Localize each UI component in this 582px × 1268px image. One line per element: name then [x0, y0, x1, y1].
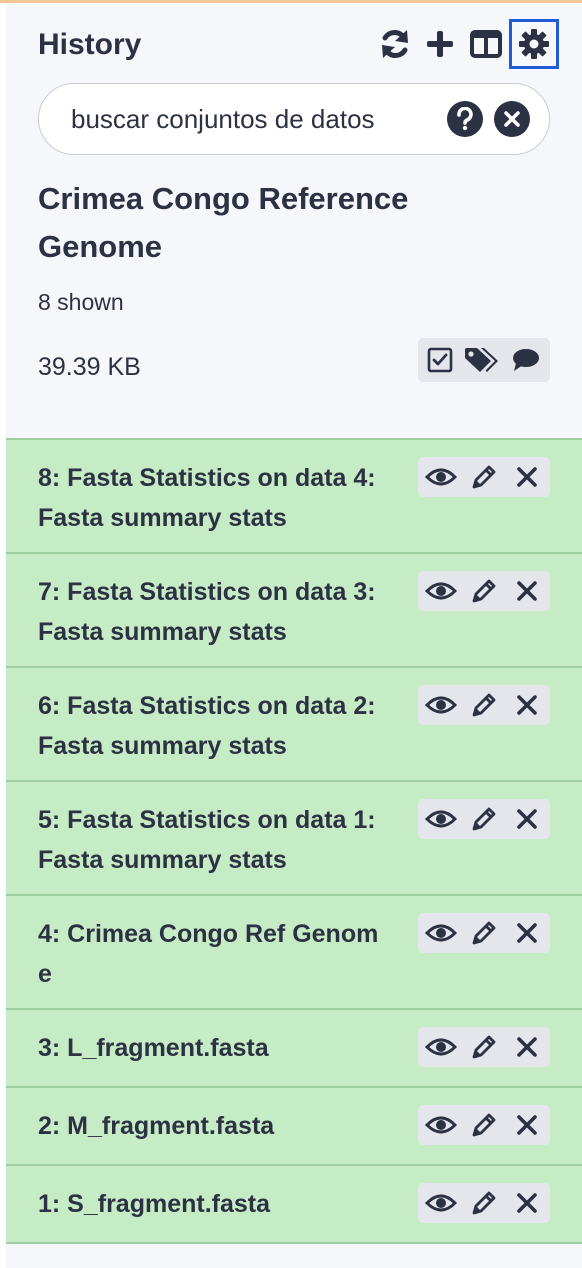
dataset-actions — [418, 1027, 550, 1067]
eye-icon[interactable] — [421, 799, 461, 839]
pencil-icon[interactable] — [464, 1027, 504, 1067]
history-name[interactable]: Crimea Congo Reference Genome — [38, 175, 538, 271]
dataset-item[interactable]: 6: Fasta Statistics on data 2: Fasta sum… — [6, 668, 582, 782]
delete-icon[interactable] — [507, 571, 547, 611]
dataset-item[interactable]: 3: L_fragment.fasta — [6, 1010, 582, 1088]
dataset-title: 4: Crimea Congo Ref Genome — [38, 920, 379, 988]
dataset-item[interactable]: 2: M_fragment.fasta — [6, 1088, 582, 1166]
help-icon[interactable] — [447, 101, 483, 137]
check-square-icon[interactable] — [427, 347, 453, 373]
dataset-actions — [418, 1105, 550, 1145]
history-actions — [418, 338, 550, 382]
refresh-icon[interactable] — [374, 23, 416, 65]
eye-icon[interactable] — [421, 913, 461, 953]
search-box — [38, 83, 550, 155]
history-size: 39.39 KB — [38, 353, 141, 381]
eye-icon[interactable] — [421, 457, 461, 497]
dataset-actions — [418, 913, 550, 953]
panel-title: History — [38, 28, 142, 61]
plus-icon[interactable] — [419, 23, 461, 65]
dataset-title: 7: Fasta Statistics on data 3: Fasta sum… — [38, 578, 376, 646]
dataset-title: 6: Fasta Statistics on data 2: Fasta sum… — [38, 692, 376, 760]
delete-icon[interactable] — [507, 685, 547, 725]
columns-icon[interactable] — [465, 23, 507, 65]
delete-icon[interactable] — [507, 799, 547, 839]
history-panel: History buscar conjuntos de datos Crimea… — [6, 3, 582, 1268]
dataset-list: 8: Fasta Statistics on data 4: Fasta sum… — [6, 438, 582, 1244]
pencil-icon[interactable] — [464, 1105, 504, 1145]
dataset-title: 8: Fasta Statistics on data 4: Fasta sum… — [38, 464, 376, 532]
dataset-title: 3: L_fragment.fasta — [38, 1034, 269, 1062]
pencil-icon[interactable] — [464, 913, 504, 953]
delete-icon[interactable] — [507, 1105, 547, 1145]
shown-count: 8 shown — [38, 289, 124, 315]
eye-icon[interactable] — [421, 1027, 461, 1067]
dataset-item[interactable]: 1: S_fragment.fasta — [6, 1166, 582, 1244]
dataset-title: 5: Fasta Statistics on data 1: Fasta sum… — [38, 806, 376, 874]
dataset-actions — [418, 685, 550, 725]
delete-icon[interactable] — [507, 1027, 547, 1067]
comment-icon[interactable] — [511, 347, 541, 373]
delete-icon[interactable] — [507, 1183, 547, 1223]
dataset-item[interactable]: 8: Fasta Statistics on data 4: Fasta sum… — [6, 440, 582, 554]
dataset-actions — [418, 1183, 550, 1223]
panel-header: History — [38, 19, 559, 69]
dataset-title: 1: S_fragment.fasta — [38, 1190, 271, 1218]
clear-icon[interactable] — [494, 101, 530, 137]
dataset-item[interactable]: 4: Crimea Congo Ref Genome — [6, 896, 582, 1010]
dataset-actions — [418, 571, 550, 611]
gear-icon[interactable] — [509, 19, 559, 69]
eye-icon[interactable] — [421, 1105, 461, 1145]
eye-icon[interactable] — [421, 571, 461, 611]
delete-icon[interactable] — [507, 457, 547, 497]
dataset-item[interactable]: 7: Fasta Statistics on data 3: Fasta sum… — [6, 554, 582, 668]
search-input[interactable] — [71, 102, 431, 136]
eye-icon[interactable] — [421, 1183, 461, 1223]
tags-icon[interactable] — [463, 346, 501, 374]
pencil-icon[interactable] — [464, 571, 504, 611]
pencil-icon[interactable] — [464, 685, 504, 725]
dataset-item[interactable]: 5: Fasta Statistics on data 1: Fasta sum… — [6, 782, 582, 896]
eye-icon[interactable] — [421, 685, 461, 725]
delete-icon[interactable] — [507, 913, 547, 953]
dataset-actions — [418, 799, 550, 839]
pencil-icon[interactable] — [464, 457, 504, 497]
pencil-icon[interactable] — [464, 799, 504, 839]
pencil-icon[interactable] — [464, 1183, 504, 1223]
dataset-actions — [418, 457, 550, 497]
dataset-title: 2: M_fragment.fasta — [38, 1112, 275, 1140]
